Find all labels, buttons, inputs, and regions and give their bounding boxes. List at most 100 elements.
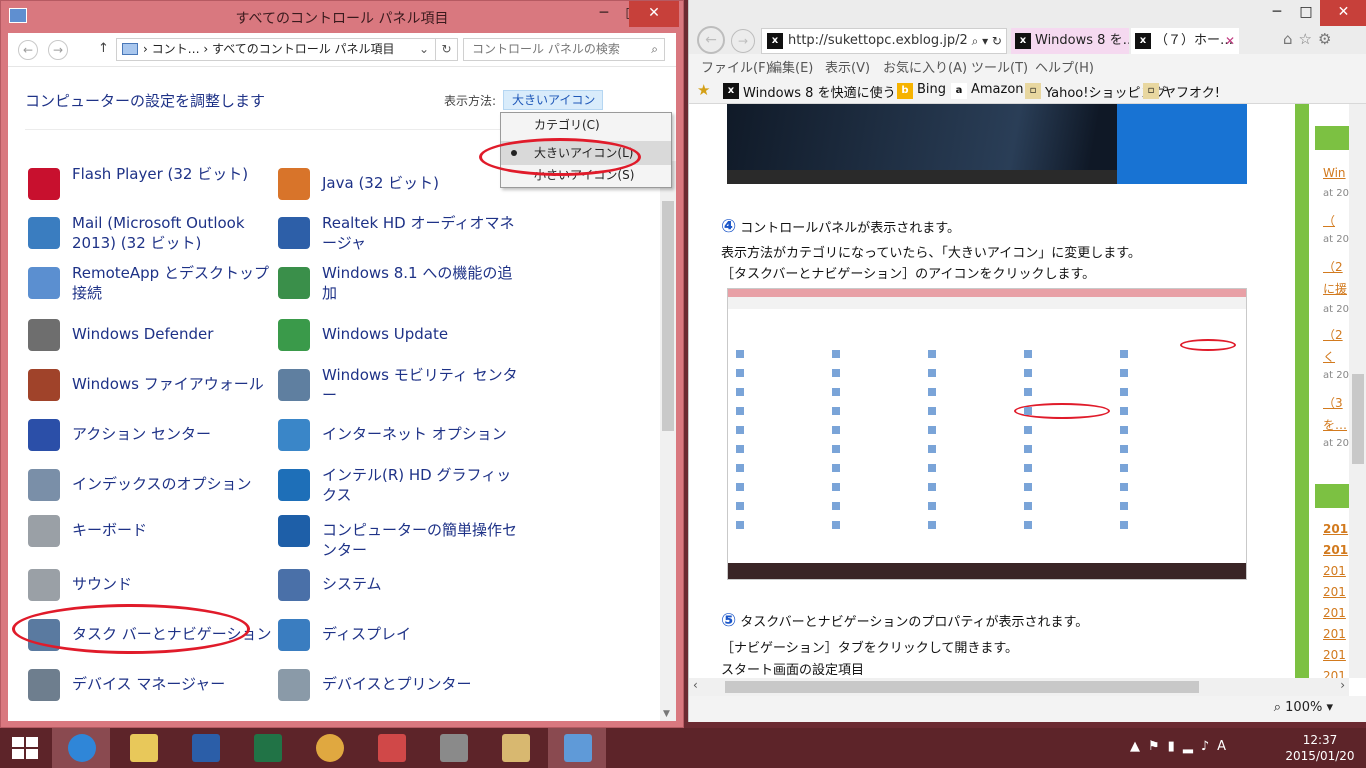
right-item[interactable]: ディスプレイ <box>278 615 528 659</box>
maximize-button[interactable]: □ <box>1292 0 1320 26</box>
archive-link[interactable]: 201 <box>1323 585 1346 599</box>
menu-item[interactable]: お気に入り(A) <box>883 57 967 76</box>
search-input[interactable]: コントロール パネルの検索 ⌕ <box>463 38 665 61</box>
archive-link[interactable]: 201 <box>1323 648 1346 662</box>
signal-icon[interactable]: ▂ <box>1183 739 1201 754</box>
clock[interactable]: 12:37 2015/01/20 <box>1282 732 1358 764</box>
refresh-icon[interactable]: ↻ <box>435 39 457 60</box>
right-item[interactable]: システム <box>278 565 528 609</box>
battery-icon[interactable]: ▮ <box>1168 739 1183 754</box>
menu-item[interactable]: ヘルプ(H) <box>1035 57 1094 76</box>
back-arrow-icon[interactable]: ← <box>697 26 725 54</box>
archive-link[interactable]: 201 <box>1323 669 1346 678</box>
left-item[interactable]: Mail (Microsoft Outlook 2013) (32 ビット) <box>28 213 278 257</box>
zoom-level[interactable]: ⌕ 100% ▾ <box>1274 700 1333 715</box>
tray-overflow-icon[interactable]: ▲ <box>1130 739 1148 754</box>
right-item[interactable]: デバイスとプリンター <box>278 665 528 709</box>
scroll-thumb[interactable] <box>1352 374 1364 464</box>
right-item[interactable]: Windows モビリティ センター <box>278 365 528 409</box>
title-bar[interactable]: すべてのコントロール パネル項目 ─ □ ✕ <box>1 1 683 33</box>
sidebar-link[interactable]: （3 <box>1323 394 1343 411</box>
scroll-left-icon[interactable]: ‹ <box>693 678 698 692</box>
sidebar-link[interactable]: Win <box>1323 166 1346 180</box>
archive-link[interactable]: 201 <box>1323 627 1346 641</box>
sidebar-link[interactable]: （2 <box>1323 258 1343 275</box>
sidebar-link[interactable]: く <box>1323 348 1335 365</box>
menu-item-large-icons[interactable]: 大きいアイコン(L) <box>501 141 671 165</box>
snipping-tool-button[interactable] <box>362 728 420 768</box>
control-panel-button[interactable] <box>548 728 606 768</box>
chevron-down-icon[interactable]: ⌄ <box>419 39 429 60</box>
left-item[interactable]: RemoteApp とデスクトップ接続 <box>28 263 278 307</box>
flag-icon[interactable]: ⚑ <box>1148 739 1168 754</box>
word-button[interactable] <box>176 728 234 768</box>
address-controls[interactable]: ⌕ ▾ ↻ <box>967 29 1002 53</box>
archive-link[interactable]: 201 <box>1323 606 1346 620</box>
view-by-dropdown[interactable]: 大きいアイコン ▾ <box>503 90 603 125</box>
favorite-link[interactable]: x Windows 8 を快適に使う… <box>723 82 909 101</box>
left-item[interactable]: Windows ファイアウォール <box>28 365 278 409</box>
menu-item[interactable]: ツール(T) <box>971 57 1028 76</box>
menu-item[interactable]: ファイル(F) <box>701 57 771 76</box>
left-item[interactable]: アクション センター <box>28 415 278 459</box>
menu-item[interactable]: 編集(E) <box>769 57 813 76</box>
volume-icon[interactable]: ♪ <box>1201 739 1217 754</box>
close-button[interactable]: ✕ <box>1320 0 1366 26</box>
address-bar[interactable]: x http://sukettopc.exblog.jp/2 ⌕ ▾ ↻ <box>761 28 1007 54</box>
favorite-link-amazon[interactable]: a Amazon <box>951 82 1024 99</box>
scroll-thumb[interactable] <box>725 681 1199 693</box>
minimize-button[interactable]: ─ <box>589 1 619 27</box>
vertical-scrollbar[interactable] <box>1349 104 1366 678</box>
address-box[interactable]: › コント… › すべてのコントロール パネル項目 ⌄ ↻ <box>116 38 458 61</box>
home-favorites-settings-icons[interactable]: ⌂☆⚙ <box>1283 30 1337 48</box>
scroll-right-icon[interactable]: › <box>1340 678 1345 692</box>
file-explorer-button[interactable] <box>114 728 172 768</box>
close-button[interactable]: ✕ <box>629 1 679 27</box>
left-item[interactable]: インデックスのオプション <box>28 465 278 509</box>
scroll-down-icon[interactable]: ▼ <box>663 709 670 719</box>
favorite-link-yahoo-auction[interactable]: ▫ ヤフオク! <box>1143 82 1220 101</box>
left-item[interactable]: サウンド <box>28 565 278 609</box>
left-item[interactable]: Windows Defender <box>28 315 278 359</box>
horizontal-scrollbar[interactable]: ‹ › <box>689 678 1349 696</box>
favorites-star-icon[interactable]: ★ <box>697 81 710 99</box>
right-item[interactable]: Java (32 ビット) <box>278 164 528 208</box>
right-item[interactable]: Realtek HD オーディオマネージャ <box>278 213 528 257</box>
search-icon[interactable]: ⌕ <box>651 39 658 60</box>
menu-item[interactable]: 表示(V) <box>825 57 870 76</box>
tab-close-icon[interactable]: ✕ <box>1225 28 1235 54</box>
sidebar-link[interactable]: を… <box>1323 416 1347 433</box>
paint-button[interactable] <box>300 728 358 768</box>
favorite-link-bing[interactable]: b Bing <box>897 82 946 99</box>
forward-arrow-icon[interactable]: → <box>731 29 755 53</box>
left-item[interactable]: デバイス マネージャー <box>28 665 278 709</box>
archive-link[interactable]: 201 <box>1323 564 1346 578</box>
photo-viewer-button[interactable] <box>486 728 544 768</box>
minimize-button[interactable]: ─ <box>1262 0 1292 26</box>
sidebar-link[interactable]: （ <box>1323 212 1335 229</box>
back-arrow-icon[interactable]: ← <box>18 40 38 60</box>
vertical-scrollbar[interactable]: ▼ <box>660 161 676 721</box>
archive-link[interactable]: 201 <box>1323 522 1348 536</box>
right-item[interactable]: インテル(R) HD グラフィックス <box>278 465 528 509</box>
system-tray[interactable]: ▲⚑▮▂♪A <box>1130 739 1234 754</box>
menu-item-category[interactable]: カテゴリ(C) <box>501 113 671 137</box>
right-item[interactable]: インターネット オプション <box>278 415 528 459</box>
excel-button[interactable] <box>238 728 296 768</box>
start-button[interactable] <box>0 728 58 768</box>
up-arrow-icon[interactable]: ↑ <box>98 41 109 56</box>
left-item[interactable]: Flash Player (32 ビット) <box>28 164 278 208</box>
menu-item-small-icons[interactable]: 小さいアイコン(S) <box>501 163 671 187</box>
right-item[interactable]: コンピューターの簡単操作センター <box>278 511 528 559</box>
sidebar-link[interactable]: （2 <box>1323 326 1343 343</box>
firewall-button[interactable] <box>424 728 482 768</box>
internet-explorer-button[interactable] <box>52 728 110 768</box>
archive-link[interactable]: 201 <box>1323 543 1348 557</box>
right-item[interactable]: Windows 8.1 への機能の追加 <box>278 263 528 307</box>
right-item[interactable]: Windows Update <box>278 315 528 359</box>
tab-windows8[interactable]: x Windows 8 を… <box>1011 28 1129 54</box>
left-item[interactable]: タスク バーとナビゲーション <box>28 615 278 659</box>
scroll-thumb[interactable] <box>662 201 674 431</box>
forward-arrow-icon[interactable]: → <box>48 40 68 60</box>
tab-home[interactable]: x （７）ホー… ✕ <box>1131 28 1239 54</box>
